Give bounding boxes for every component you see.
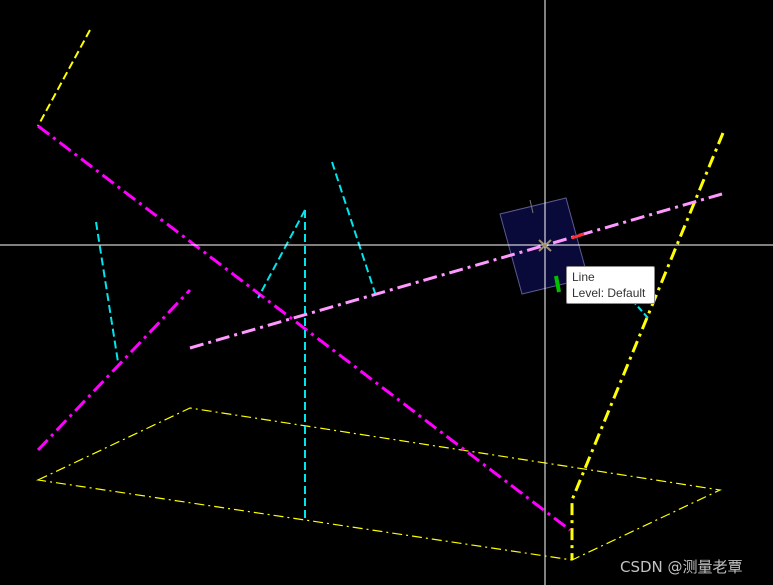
- tooltip-element-type: Line: [572, 270, 595, 284]
- drawing-canvas[interactable]: Line Level: Default CSDN @测量老覃: [0, 0, 773, 585]
- yellow-quad-outline[interactable]: [35, 407, 723, 561]
- yellow-polyline-upper-left[interactable]: [37, 29, 91, 127]
- magenta-line-left[interactable]: [36, 288, 192, 452]
- element-tooltip: Line Level: Default: [566, 266, 655, 304]
- yellow-polyline-right[interactable]: [570, 132, 725, 560]
- cyan-line-4[interactable]: [331, 161, 377, 297]
- cyan-line-3[interactable]: [257, 209, 306, 299]
- cad-view[interactable]: [0, 0, 773, 585]
- watermark: CSDN @测量老覃: [620, 558, 743, 576]
- cyan-line-1[interactable]: [95, 221, 119, 363]
- tooltip-level: Level: Default: [572, 286, 646, 300]
